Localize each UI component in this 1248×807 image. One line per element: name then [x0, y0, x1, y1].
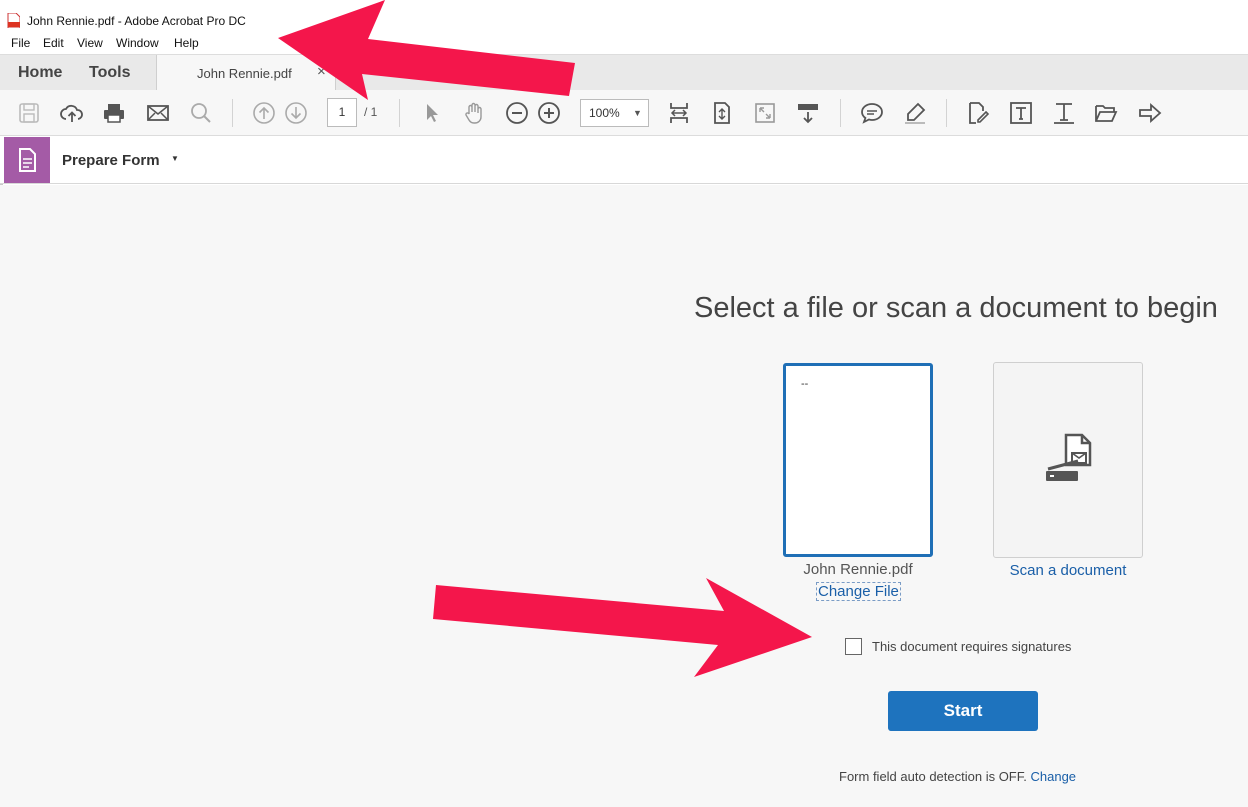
- zoom-out-icon[interactable]: [505, 101, 529, 125]
- toolbar-separator: [232, 99, 233, 127]
- read-mode-icon[interactable]: [796, 101, 820, 125]
- signature-checkbox[interactable]: [845, 638, 862, 655]
- thumbnail-text: --: [801, 378, 809, 390]
- tab-tools[interactable]: Tools: [89, 64, 130, 82]
- file-thumbnail[interactable]: --: [783, 363, 933, 557]
- scan-document-link[interactable]: Scan a document: [993, 562, 1143, 579]
- scan-document-card[interactable]: [993, 362, 1143, 558]
- toolbar-separator: [840, 99, 841, 127]
- toolbar-separator: [946, 99, 947, 127]
- auto-detection-text: Form field auto detection is OFF.: [839, 769, 1027, 784]
- menu-help[interactable]: Help: [174, 36, 199, 50]
- file-name-label: John Rennie.pdf: [803, 561, 913, 578]
- page-up-icon[interactable]: [252, 101, 276, 125]
- prepare-form-icon: [4, 137, 50, 183]
- menu-edit[interactable]: Edit: [43, 36, 64, 50]
- tool-name-dropdown[interactable]: Prepare Form: [62, 152, 160, 169]
- auto-detection-status: Form field auto detection is OFF. Change: [839, 769, 1076, 784]
- page-total: / 1: [364, 105, 378, 119]
- main-content: Select a file or scan a document to begi…: [0, 185, 1248, 807]
- toolbar: 1 / 1 100% ▼: [0, 90, 1248, 136]
- change-file-link[interactable]: Change File: [816, 582, 901, 601]
- tab-home[interactable]: Home: [18, 64, 62, 82]
- search-icon[interactable]: [189, 101, 213, 125]
- title-bar: John Rennie.pdf - Adobe Acrobat Pro DC: [0, 0, 1248, 34]
- hand-icon[interactable]: [462, 101, 486, 125]
- start-button[interactable]: Start: [888, 691, 1038, 731]
- fill-sign-icon[interactable]: [966, 101, 990, 125]
- fit-page-icon[interactable]: [667, 101, 691, 125]
- page-down-icon[interactable]: [284, 101, 308, 125]
- auto-detection-change-link[interactable]: Change: [1030, 769, 1076, 784]
- full-screen-icon[interactable]: [753, 101, 777, 125]
- save-icon[interactable]: [17, 101, 41, 125]
- tool-header: Prepare Form ▼: [0, 136, 1248, 184]
- caret-down-icon[interactable]: ▼: [171, 154, 179, 163]
- menu-file[interactable]: File: [11, 36, 30, 50]
- signature-checkbox-label[interactable]: This document requires signatures: [872, 639, 1071, 654]
- page-number-input[interactable]: 1: [327, 98, 357, 127]
- select-arrow-icon[interactable]: [420, 101, 444, 125]
- menu-window[interactable]: Window: [116, 36, 159, 50]
- email-icon[interactable]: [146, 101, 170, 125]
- tab-document-label: John Rennie.pdf: [197, 66, 292, 81]
- zoom-in-icon[interactable]: [537, 101, 561, 125]
- tab-bar: Home Tools John Rennie.pdf ×: [0, 54, 1248, 91]
- scroll-mode-icon[interactable]: [710, 101, 734, 125]
- zoom-value: 100%: [589, 106, 620, 120]
- cloud-upload-icon[interactable]: [60, 101, 84, 125]
- menu-bar: File Edit View Window Help: [0, 34, 1248, 54]
- close-tab-icon[interactable]: ×: [317, 63, 326, 80]
- menu-view[interactable]: View: [77, 36, 103, 50]
- print-icon[interactable]: [102, 101, 126, 125]
- page-title: Select a file or scan a document to begi…: [694, 292, 1218, 324]
- window-title: John Rennie.pdf - Adobe Acrobat Pro DC: [27, 14, 246, 28]
- scanner-icon: [1046, 433, 1092, 481]
- comment-icon[interactable]: [860, 101, 884, 125]
- text-box-icon[interactable]: [1009, 101, 1033, 125]
- toolbar-separator: [399, 99, 400, 127]
- share-arrow-icon[interactable]: [1138, 101, 1162, 125]
- add-text-icon[interactable]: [1052, 101, 1076, 125]
- pdf-file-icon: [7, 13, 20, 28]
- chevron-down-icon: ▼: [633, 108, 642, 118]
- open-folder-icon[interactable]: [1094, 101, 1118, 125]
- highlight-icon[interactable]: [903, 101, 927, 125]
- tab-document[interactable]: John Rennie.pdf ×: [156, 55, 336, 91]
- zoom-select[interactable]: 100% ▼: [580, 99, 649, 127]
